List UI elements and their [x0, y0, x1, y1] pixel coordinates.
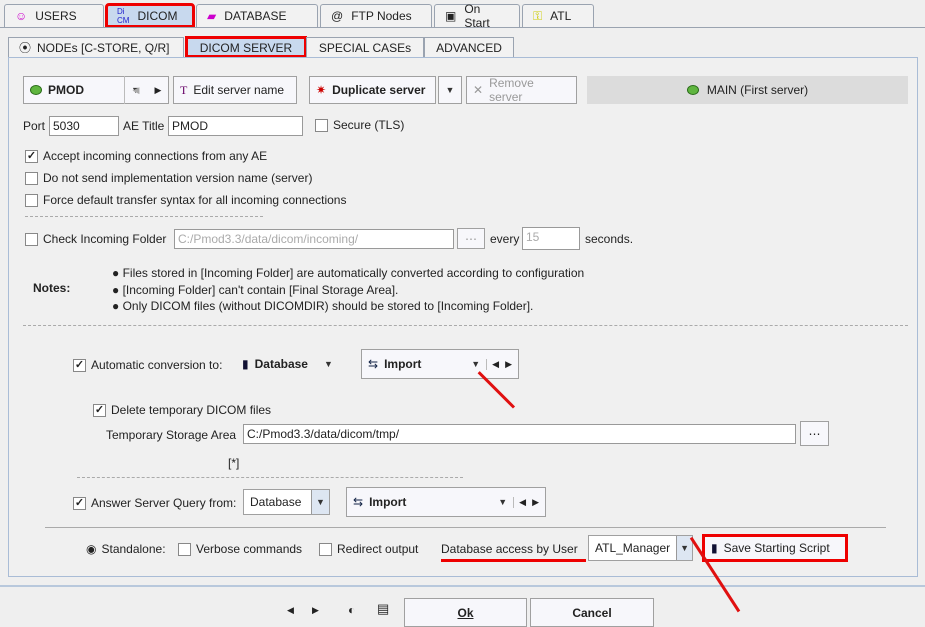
at-icon: @ — [331, 9, 344, 23]
text-icon: T — [180, 82, 188, 97]
subtab-dicom-server[interactable]: DICOM SERVER — [185, 36, 307, 58]
prev-icon[interactable]: ◀ — [486, 358, 499, 370]
port-label: Port — [23, 119, 46, 133]
subtab-special-cases[interactable]: SPECIAL CASEs — [306, 37, 424, 57]
ae-title-input[interactable]: PMOD — [168, 116, 303, 136]
ellipsis-icon: ⋯ — [465, 231, 477, 246]
subtab-advanced[interactable]: ADVANCED — [424, 37, 514, 57]
marker-label: [*] — [228, 456, 240, 470]
conversion-mode-select[interactable]: ⇆ Import ▼ ◀ ▶ — [361, 349, 519, 379]
tab-on-start[interactable]: ▣ On Start — [434, 2, 520, 30]
radio-icon: ⦿ — [19, 41, 32, 55]
tab-dicom[interactable]: Di CM DICOM — [105, 3, 195, 28]
automatic-conversion-checkbox[interactable]: ✓ Automatic conversion to: — [73, 358, 222, 372]
dicom-icon: Di CM — [117, 7, 130, 25]
chevron-down-icon: ▼ — [323, 359, 333, 369]
note-item: ● Files stored in [Incoming Folder] are … — [112, 266, 585, 280]
chevron-down-icon: ▼ — [311, 490, 329, 514]
notes-label: Notes: — [33, 281, 71, 295]
close-icon: ✕ — [473, 83, 484, 97]
edit-server-name-button[interactable]: T Edit server name — [173, 76, 297, 104]
floppy-icon: ▮ — [711, 541, 718, 555]
tab-database[interactable]: ▰ DATABASE — [196, 4, 318, 27]
tab-atl[interactable]: ⚿ ATL — [522, 4, 594, 27]
chevron-down-icon: ▼ — [471, 359, 481, 369]
prev-icon[interactable]: ◀ — [513, 496, 526, 508]
check-incoming-folder-checkbox[interactable]: Check Incoming Folder — [25, 232, 166, 246]
redirect-output-checkbox[interactable]: Redirect output — [319, 542, 418, 556]
temp-storage-input[interactable]: C:/Pmod3.3/data/dicom/tmp/ — [243, 424, 796, 444]
radio-icon: ◉ — [86, 542, 97, 556]
no-version-name-checkbox[interactable]: Do not send implementation version name … — [25, 171, 312, 185]
prev-server-icon[interactable]: ◀ — [133, 85, 140, 96]
db-user-select[interactable]: ATL_Manager ▼ — [588, 535, 693, 561]
temp-storage-label: Temporary Storage Area — [106, 428, 237, 442]
ok-button[interactable]: Ok — [404, 598, 527, 627]
interval-input[interactable]: 15 — [522, 227, 580, 250]
next-icon[interactable]: ▶ — [532, 497, 539, 508]
tab-ftp-nodes[interactable]: @ FTP Nodes — [320, 4, 432, 27]
db-user-label: Database access by User — [441, 542, 578, 556]
tab-users[interactable]: ☺ USERS — [4, 4, 104, 27]
every-label: every — [490, 232, 520, 246]
duplicate-options-dropdown[interactable]: ▼ — [438, 76, 462, 104]
next-icon[interactable]: ▶ — [505, 359, 512, 370]
accept-any-ae-checkbox[interactable]: ✓ Accept incoming connections from any AE — [25, 149, 267, 163]
cancel-button[interactable]: Cancel — [530, 598, 654, 627]
capture-icon[interactable]: ◐ — [348, 603, 355, 617]
browse-incoming-button[interactable]: ⋯ — [457, 228, 485, 249]
answer-query-checkbox[interactable]: ✓ Answer Server Query from: — [73, 496, 236, 510]
force-transfer-syntax-checkbox[interactable]: Force default transfer syntax for all in… — [25, 193, 346, 207]
delete-temp-files-checkbox[interactable]: ✓ Delete temporary DICOM files — [93, 403, 271, 417]
verbose-commands-checkbox[interactable]: Verbose commands — [178, 542, 302, 556]
clipboard-icon: ▣ — [445, 9, 457, 23]
remove-server-button[interactable]: ✕ Remove server — [466, 76, 577, 104]
floppy-icon: ▮ — [242, 357, 249, 371]
next-icon[interactable]: ▶ — [312, 605, 319, 616]
chevron-down-icon: ▼ — [445, 85, 455, 95]
seconds-label: seconds. — [585, 232, 634, 246]
status-dot-icon — [686, 85, 699, 95]
subtab-nodes[interactable]: ⦿ NODEs [C-STORE, Q/R] — [8, 37, 184, 57]
sparkle-icon: ✷ — [316, 83, 327, 97]
database-icon: ▰ — [207, 9, 217, 23]
standalone-radio[interactable]: ◉ Standalone: — [86, 542, 166, 556]
server-status-icon — [30, 85, 42, 95]
incoming-folder-input[interactable]: C:/Pmod3.3/data/dicom/incoming/ — [174, 229, 454, 249]
note-item: ● [Incoming Folder] can't contain [Final… — [112, 282, 399, 297]
save-starting-script-button[interactable]: ▮ Save Starting Script — [702, 534, 848, 562]
prev-icon[interactable]: ◀ — [287, 605, 294, 616]
query-mode-select[interactable]: ⇆ Import ▼ ◀ ▶ — [346, 487, 546, 517]
next-server-icon[interactable]: ▶ — [155, 85, 162, 96]
conversion-target-select[interactable]: ▮ Database ▼ — [242, 357, 333, 371]
import-icon: ⇆ — [368, 357, 379, 371]
note-item: ● Only DICOM files (without DICOMDIR) sh… — [112, 299, 534, 313]
users-icon: ☺ — [15, 9, 28, 23]
port-input[interactable]: 5030 — [49, 116, 119, 136]
secure-tls-checkbox[interactable]: Secure (TLS) — [315, 118, 404, 132]
key-icon: ⚿ — [533, 8, 543, 23]
main-server-indicator: MAIN (First server) — [587, 76, 908, 104]
ae-title-label: AE Title — [123, 119, 165, 133]
import-icon: ⇆ — [353, 495, 364, 509]
ellipsis-icon: ⋯ — [808, 426, 821, 441]
query-source-select[interactable]: Database ▼ — [243, 489, 330, 515]
script-icon[interactable]: ▤ — [377, 601, 389, 617]
chevron-down-icon: ▼ — [498, 497, 508, 507]
duplicate-server-button[interactable]: ✷ Duplicate server — [309, 76, 436, 104]
browse-temp-button[interactable]: ⋯ — [800, 421, 829, 446]
